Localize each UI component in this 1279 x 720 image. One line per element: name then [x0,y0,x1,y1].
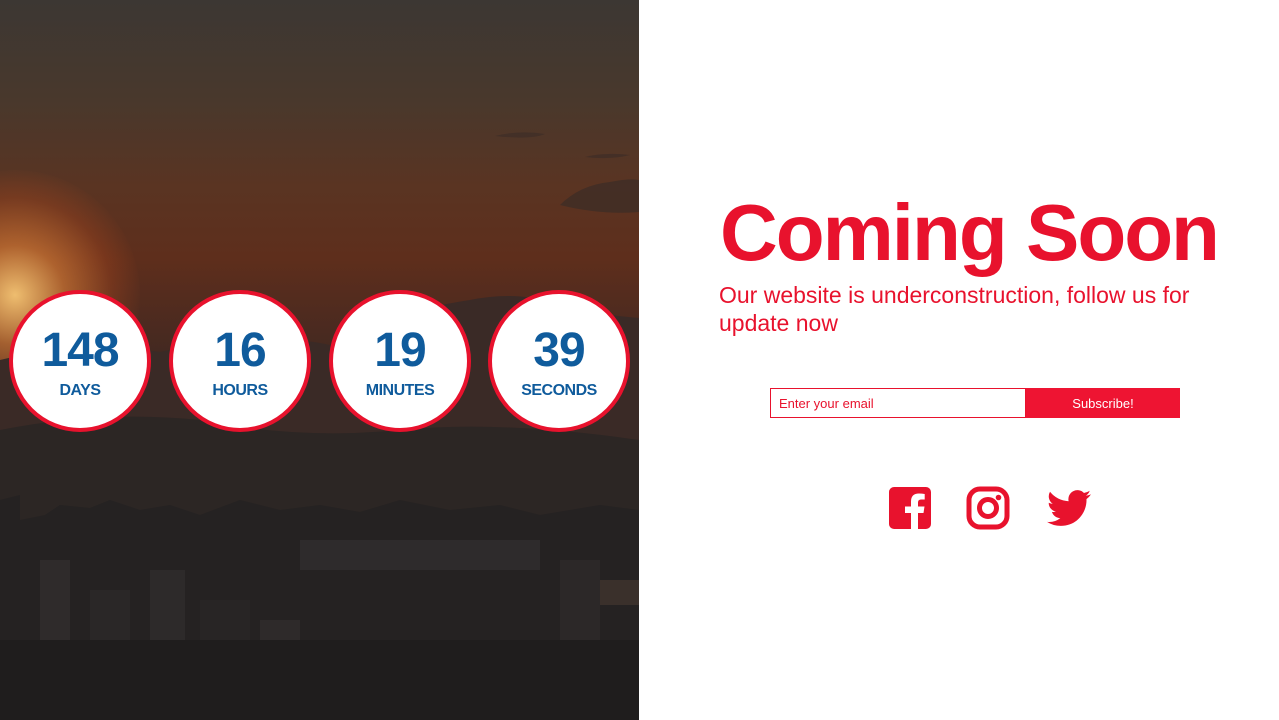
countdown-seconds: 39 SECONDS [488,290,630,432]
seconds-label: SECONDS [521,382,597,399]
twitter-icon [1047,490,1091,526]
subscribe-button[interactable]: Subscribe! [1026,388,1180,418]
countdown-hours: 16 HOURS [169,290,311,432]
seconds-value: 39 [533,324,585,377]
countdown-days: 148 DAYS [9,290,151,432]
days-label: DAYS [59,382,101,399]
hours-value: 16 [214,324,266,377]
minutes-label: MINUTES [365,382,435,399]
minutes-value: 19 [374,324,426,377]
countdown-minutes: 19 MINUTES [329,290,471,432]
page-title: Coming Soon [720,188,1220,277]
instagram-link[interactable] [966,486,1010,532]
days-value: 148 [41,324,119,377]
hours-label: HOURS [212,382,268,399]
facebook-link[interactable] [888,486,932,532]
page-subtitle: Our website is underconstruction, follow… [719,282,1190,336]
twitter-link[interactable] [1044,486,1094,532]
instagram-icon [966,486,1010,530]
email-input[interactable] [770,388,1026,418]
subscribe-form: Subscribe! [770,388,1180,418]
facebook-icon [889,487,931,530]
